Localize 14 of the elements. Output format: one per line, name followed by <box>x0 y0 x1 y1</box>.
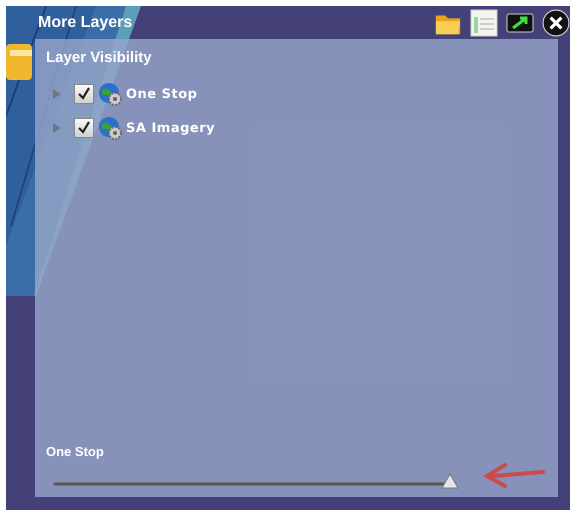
close-icon[interactable] <box>542 8 570 36</box>
globe-gear-icon <box>98 116 122 140</box>
layer-checkbox[interactable] <box>74 84 94 104</box>
arrow-icon <box>481 462 545 488</box>
panel-title: Layer Visibility <box>46 49 153 66</box>
opacity-slider[interactable] <box>53 471 459 489</box>
window-title: More Layers <box>38 14 134 32</box>
layer-name[interactable]: SA Imagery <box>126 120 216 136</box>
layer-name[interactable]: One Stop <box>126 86 198 102</box>
layer-checkbox[interactable] <box>74 118 94 138</box>
slider-label: One Stop <box>46 444 105 459</box>
slider-thumb[interactable] <box>441 473 459 489</box>
globe-gear-icon <box>98 82 122 106</box>
legend-icon[interactable] <box>470 8 498 36</box>
